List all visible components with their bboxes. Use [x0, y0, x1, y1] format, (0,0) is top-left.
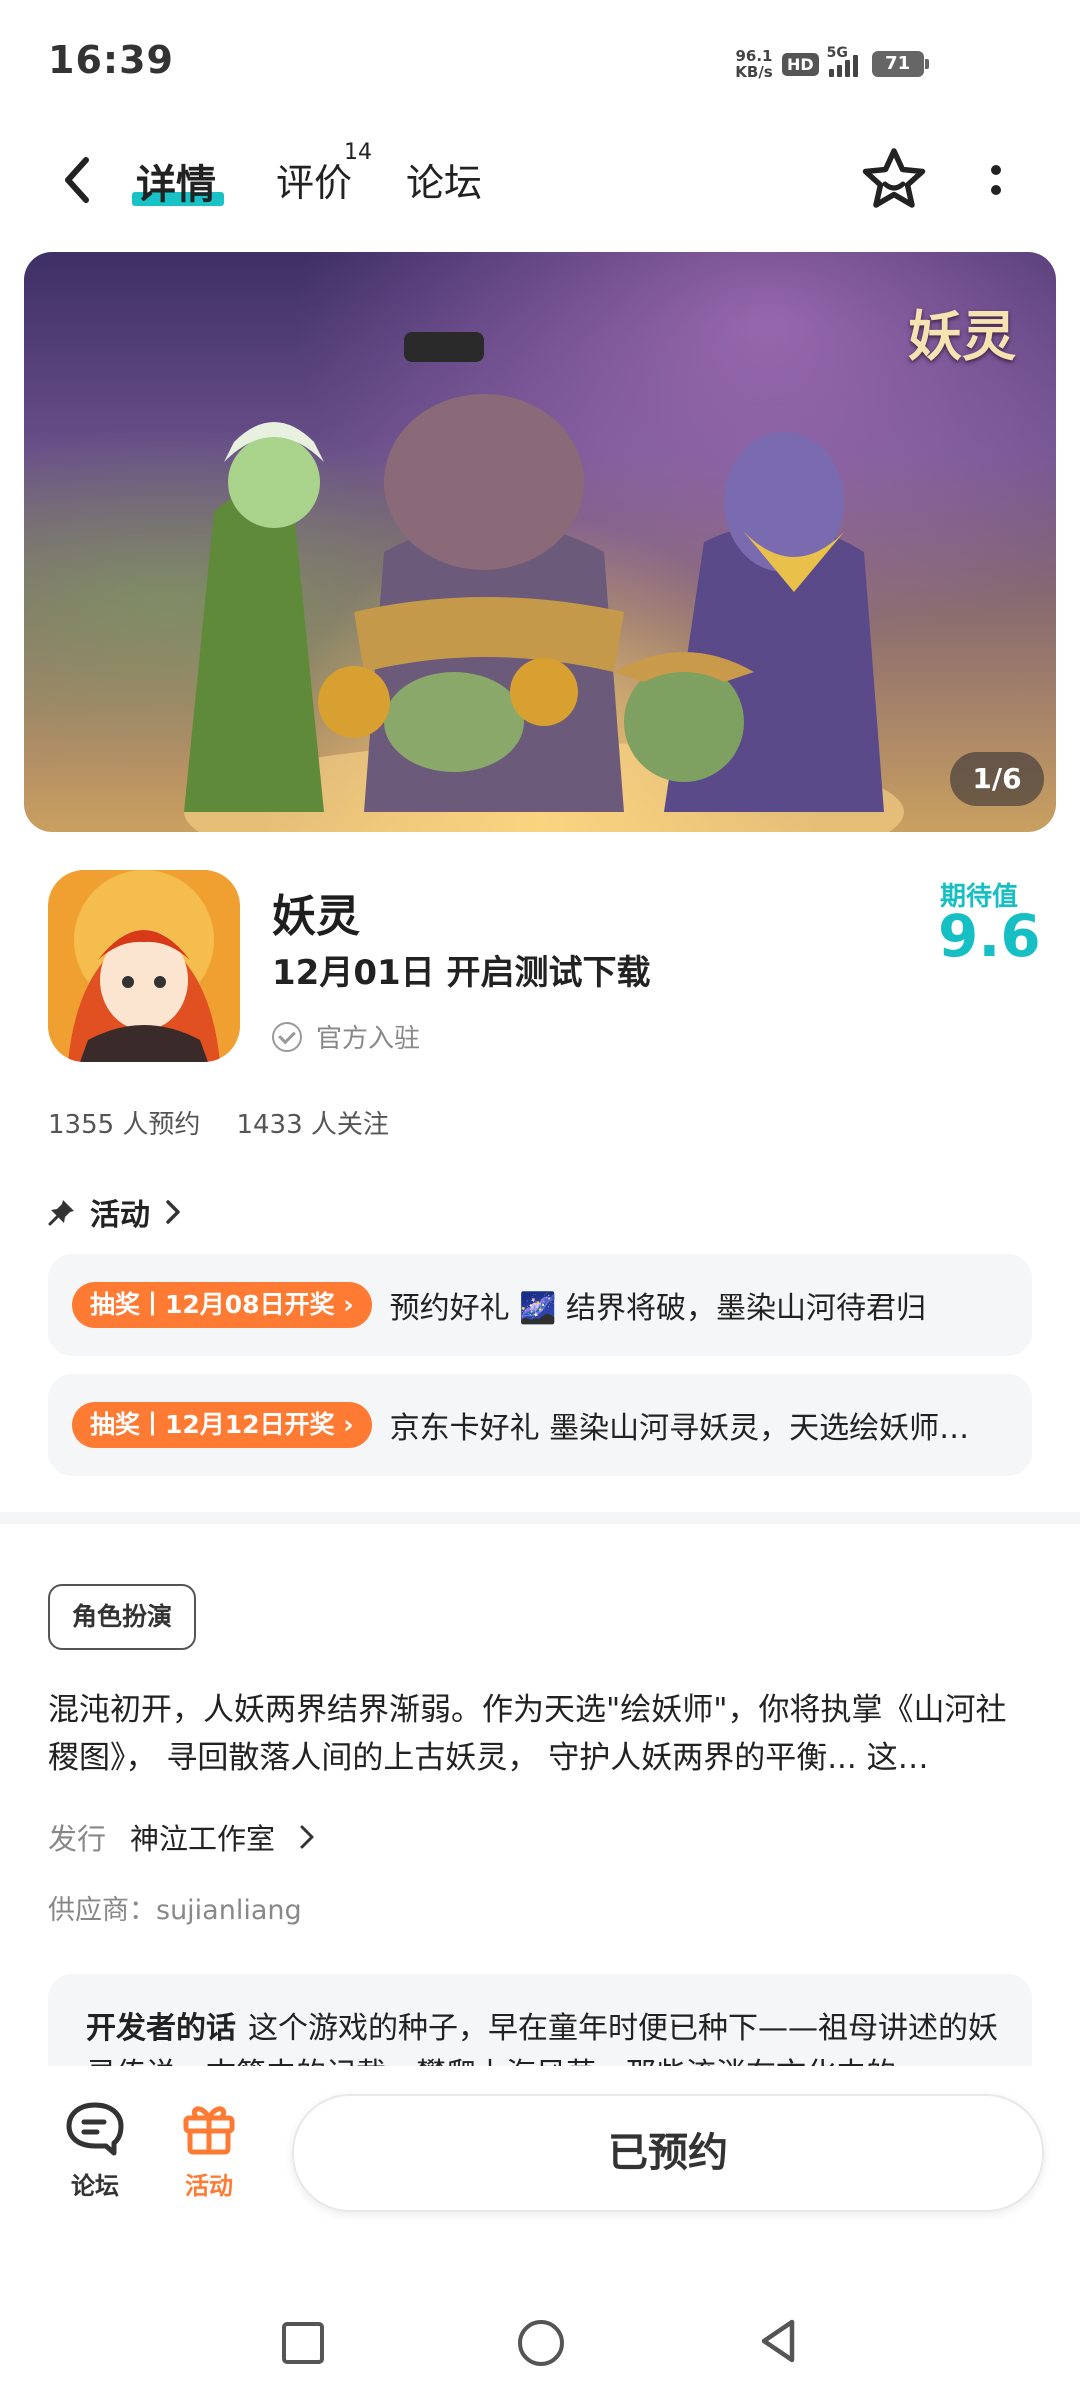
supplier-info: 供应商：sujianliang: [48, 1895, 302, 1926]
activity-title: 预约好礼 🌌 结界将破，墨染山河待君归: [389, 1291, 927, 1326]
activity-item[interactable]: 抽奖丨12月12日开奖 › 京东卡好礼 墨染山河寻妖灵，天选绘妖师待君归: [48, 1374, 1032, 1476]
app-icon: [48, 870, 240, 1062]
status-time: 16:39: [48, 38, 174, 82]
game-logo: 妖灵: [908, 304, 1016, 368]
hero-banner[interactable]: 妖灵 1/6: [24, 252, 1056, 832]
network-speed: 96.1 KB/s: [734, 48, 774, 80]
home-button[interactable]: [518, 2320, 564, 2366]
chat-bubble-icon: [66, 2102, 124, 2156]
battery-icon: 71: [871, 51, 929, 77]
lottery-badge: 抽奖丨12月12日开奖 ›: [72, 1402, 372, 1448]
system-back-button[interactable]: [754, 2316, 804, 2366]
official-label: 官方入驻: [316, 1024, 421, 1054]
developer-words-label: 开发者的话: [86, 2011, 236, 2046]
bottom-activity-button[interactable]: 活动: [170, 2100, 248, 2201]
status-icons: 96.1 KB/s HD 5G 71: [734, 44, 929, 84]
publisher-label: 发行: [48, 1822, 107, 1856]
lottery-badge: 抽奖丨12月08日开奖 ›: [72, 1282, 372, 1328]
expectation-score: 9.6: [938, 902, 1041, 970]
gift-icon: [183, 2106, 235, 2155]
activity-item[interactable]: 抽奖丨12月08日开奖 › 预约好礼 🌌 结界将破，墨染山河待君归: [48, 1254, 1032, 1356]
chevron-right-icon: [166, 1200, 180, 1224]
star-icon: [862, 148, 926, 208]
network-speed-unit: KB/s: [735, 63, 773, 81]
developer-words: 开发者的话这个游戏的种子，早在童年时便已种下——祖母讲述的妖灵传说，古籍中的记载…: [86, 2006, 1006, 2066]
image-counter: 1/6: [950, 752, 1044, 806]
pin-icon: [48, 1200, 74, 1226]
recent-apps-button[interactable]: [282, 2322, 324, 2364]
activity-section-header[interactable]: 活动: [48, 1190, 182, 1234]
publisher-name: 神泣工作室: [130, 1822, 276, 1856]
activity-title: 京东卡好礼 墨染山河寻妖灵，天选绘妖师待君归: [389, 1411, 990, 1446]
official-badge: 官方入驻: [272, 1018, 420, 1055]
release-date: 12月01日 开启测试下载: [272, 953, 651, 993]
publisher-row[interactable]: 发行 神泣工作室: [48, 1816, 315, 1858]
favorite-button[interactable]: [858, 144, 930, 216]
developer-words-card[interactable]: 开发者的话这个游戏的种子，早在童年时便已种下——祖母讲述的妖灵传说，古籍中的记载…: [48, 1974, 1032, 2066]
app-stats: 1355 人预约 1433 人关注: [48, 1104, 389, 1141]
triangle-back-icon: [761, 2319, 795, 2363]
section-divider: [0, 1512, 1080, 1524]
reserved-button[interactable]: 已预约: [292, 2094, 1044, 2212]
chevron-left-icon: [65, 157, 89, 203]
bottom-activity-label: 活动: [185, 2172, 233, 2200]
hero-artwork: [184, 332, 904, 832]
tab-forum[interactable]: 论坛: [406, 152, 482, 207]
genre-tag[interactable]: 角色扮演: [48, 1584, 197, 1650]
network-type: 5G: [826, 45, 848, 61]
reservation-count: 1355 人预约: [48, 1110, 201, 1140]
game-description[interactable]: 混沌初开，人妖两界结界渐弱。作为天选"绘妖师"，你将执掌《山河社稷图》， 寻回散…: [48, 1686, 1032, 1782]
more-dot-icon: [991, 165, 1001, 175]
activity-header-label: 活动: [90, 1198, 150, 1233]
more-options-button[interactable]: [978, 150, 1014, 210]
bottom-forum-label: 论坛: [71, 2172, 119, 2200]
hd-icon: HD: [782, 52, 819, 76]
network-speed-value: 96.1: [735, 47, 773, 65]
follower-count: 1433 人关注: [236, 1110, 389, 1140]
bottom-forum-button[interactable]: 论坛: [56, 2100, 134, 2201]
check-circle-icon: [272, 1021, 302, 1052]
tab-reviews[interactable]: 评价: [276, 152, 352, 207]
more-dot-icon: [991, 185, 1001, 195]
tab-details[interactable]: 详情: [136, 152, 216, 210]
reviews-count-badge: 14: [344, 140, 372, 165]
back-button[interactable]: [52, 150, 102, 210]
app-name: 妖灵: [272, 891, 360, 942]
chevron-right-icon: [300, 1825, 314, 1849]
signal-icon: 5G: [827, 45, 858, 77]
